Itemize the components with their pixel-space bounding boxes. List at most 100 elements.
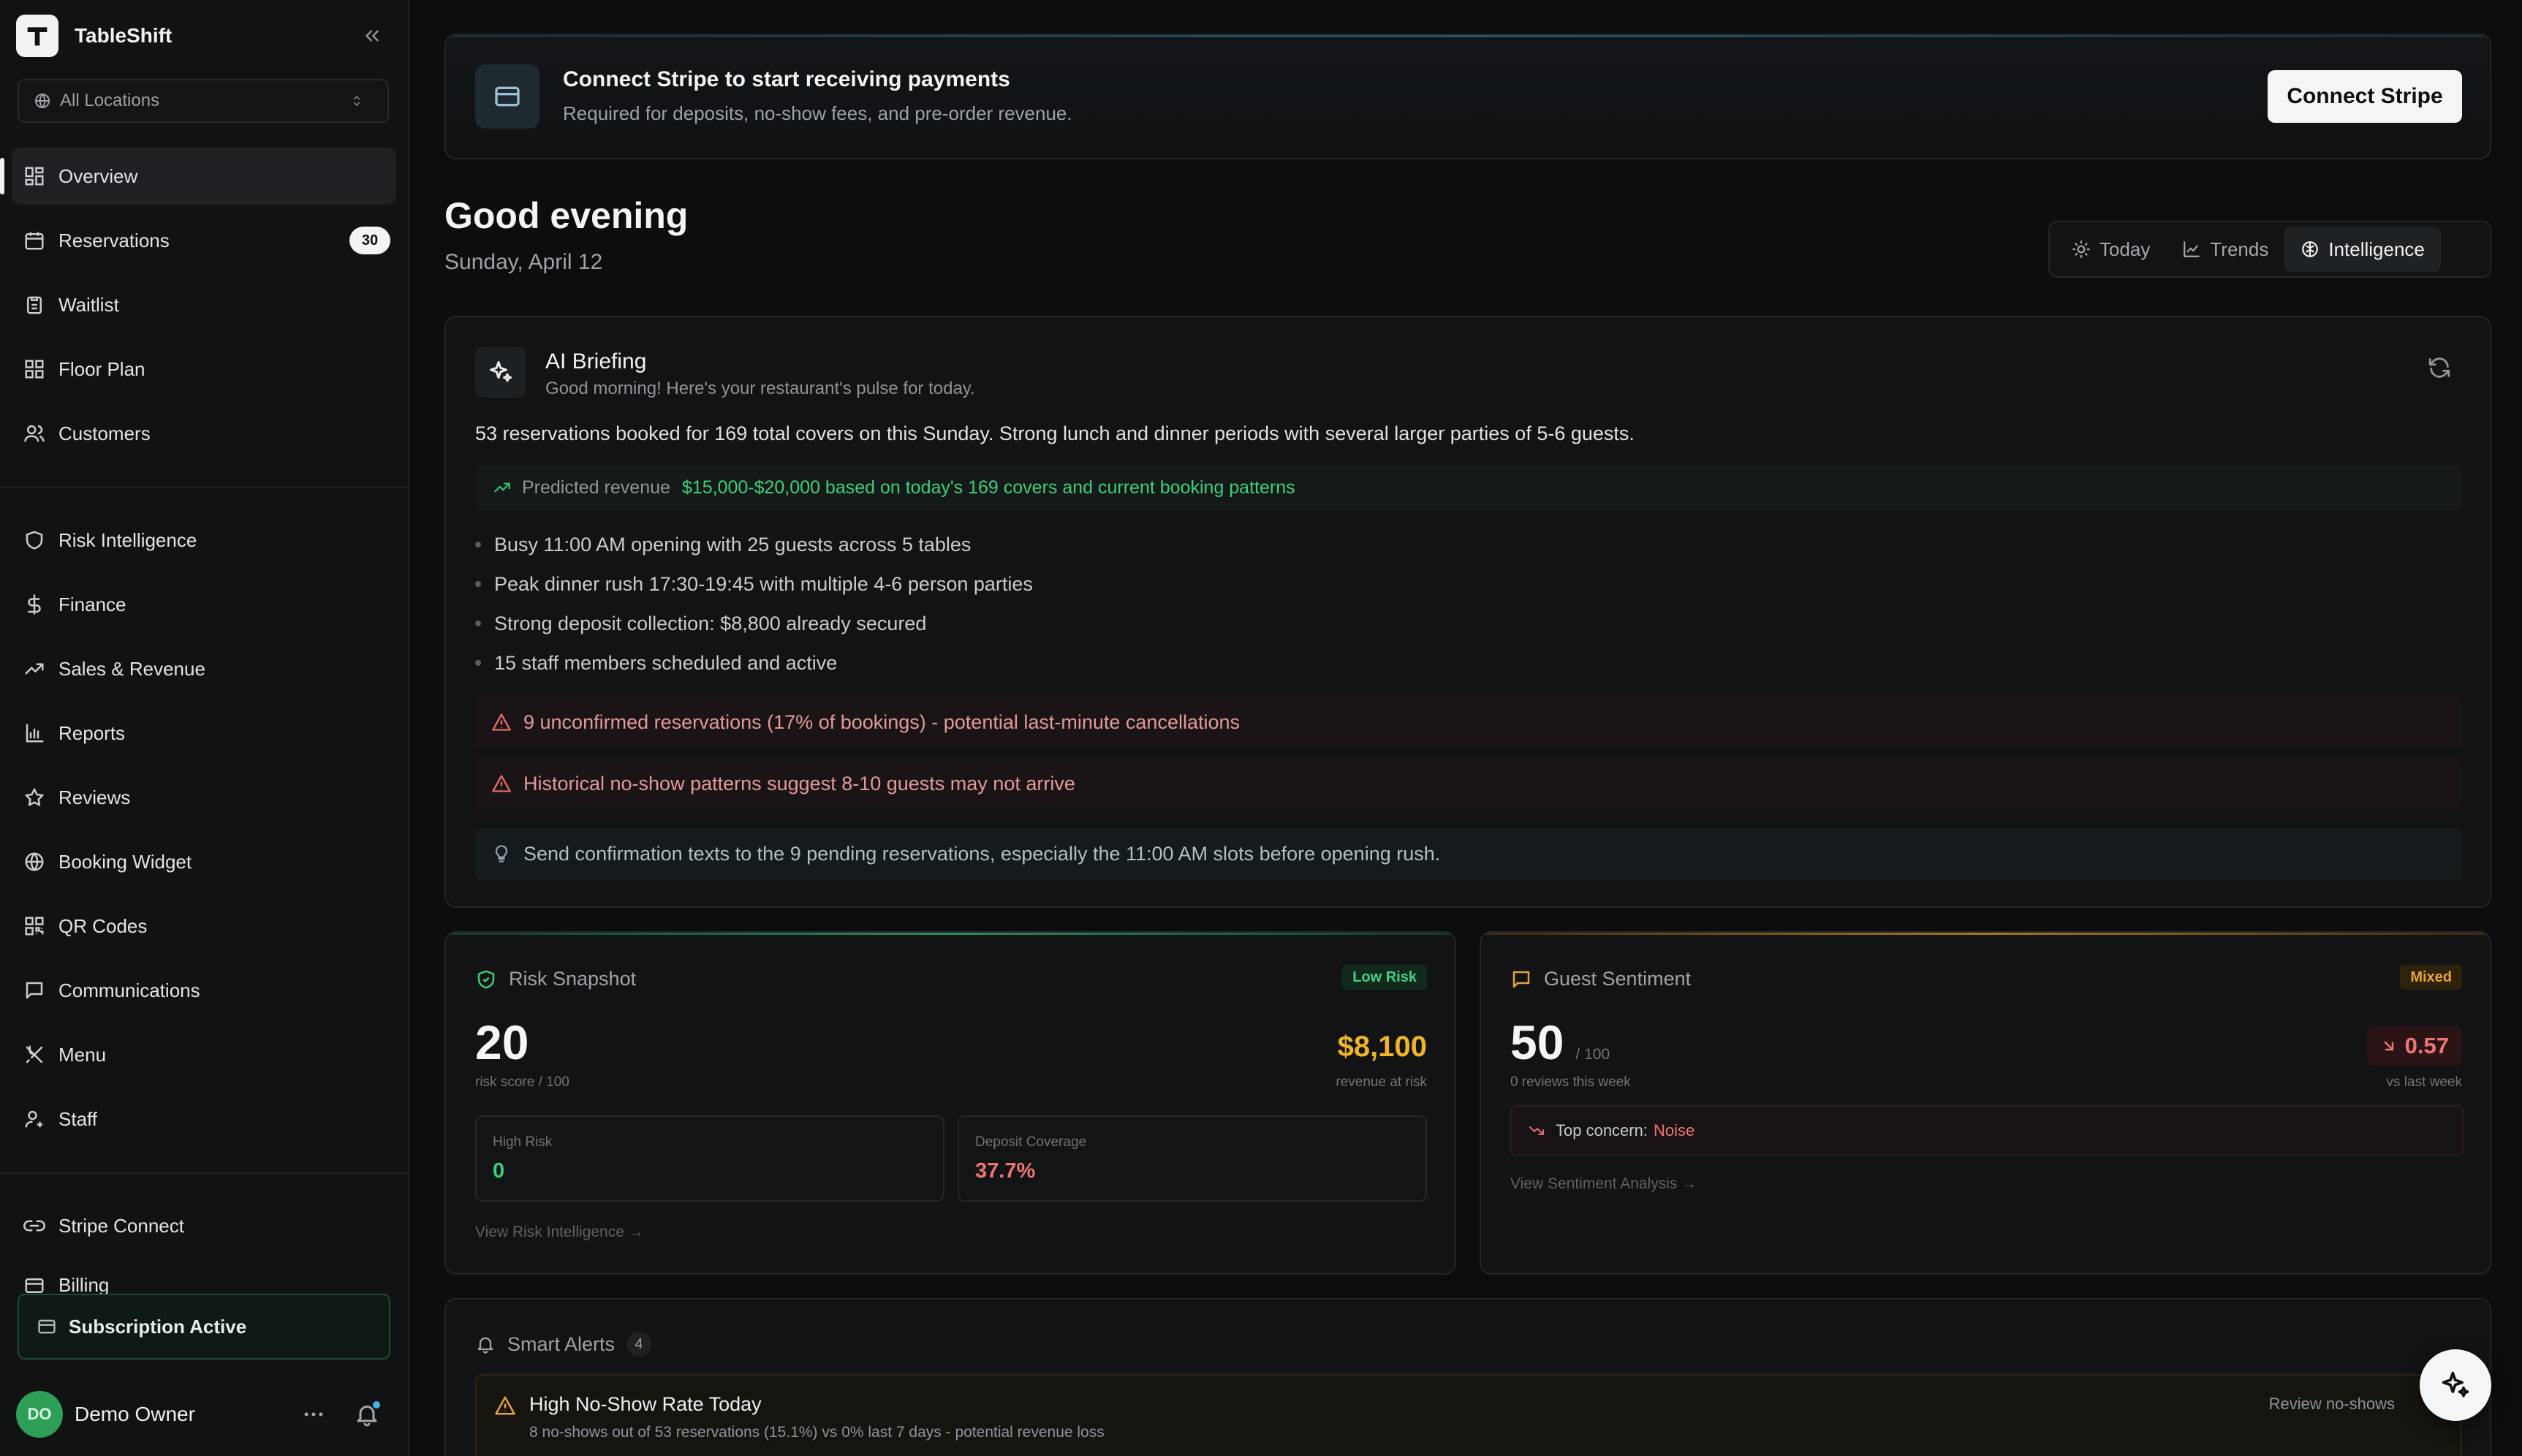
trending-up-icon xyxy=(493,478,512,497)
delta-value: 0.57 xyxy=(2404,1033,2449,1058)
risk-card-title: Risk Snapshot xyxy=(509,968,637,990)
avatar[interactable]: DO xyxy=(16,1391,63,1438)
arrow-down-right-icon xyxy=(2380,1037,2398,1055)
sidebar-item-reports[interactable]: Reports xyxy=(12,705,396,762)
app-name: TableShift xyxy=(75,24,173,47)
sidebar-item-menu[interactable]: Menu xyxy=(12,1026,396,1083)
message-square-icon xyxy=(1510,968,1532,990)
qr-code-icon xyxy=(23,915,45,937)
primary-nav: Overview Reservations 30 Waitlist Floor … xyxy=(0,148,396,469)
utensils-icon xyxy=(23,1044,45,1066)
sidebar-item-label: Reports xyxy=(58,721,126,744)
sentiment-score-value: 50 xyxy=(1510,1015,1564,1069)
sidebar-item-label: Communications xyxy=(58,979,200,1001)
star-icon xyxy=(23,786,45,808)
sidebar-item-customers[interactable]: Customers xyxy=(12,405,396,462)
globe-icon xyxy=(34,92,51,110)
tab-today[interactable]: Today xyxy=(2056,227,2166,272)
recommendation-text: Send confirmation texts to the 9 pending… xyxy=(523,842,1441,865)
stripe-banner: Connect Stripe to start receiving paymen… xyxy=(444,34,2491,159)
tab-trends[interactable]: Trends xyxy=(2166,227,2284,272)
sidebar-item-finance[interactable]: Finance xyxy=(12,576,396,633)
sentiment-card-title: Guest Sentiment xyxy=(1544,968,1692,990)
dollar-icon xyxy=(23,594,45,615)
ai-assistant-button[interactable] xyxy=(2420,1349,2491,1421)
bell-icon[interactable] xyxy=(354,1400,382,1427)
refresh-icon[interactable] xyxy=(2427,355,2452,380)
review-no-shows-link[interactable]: Review no-shows xyxy=(2269,1395,2395,1414)
predicted-revenue-label: Predicted revenue xyxy=(522,477,670,498)
view-tabs: Today Trends Intelligence xyxy=(2048,221,2491,278)
delta-label: vs last week xyxy=(2386,1074,2462,1090)
sidebar-item-overview[interactable]: Overview xyxy=(0,148,396,205)
top-concern-value: Noise xyxy=(1653,1121,1695,1140)
predicted-revenue: Predicted revenue $15,000-$20,000 based … xyxy=(475,465,2462,510)
risk-score-label: risk score / 100 xyxy=(475,1074,569,1090)
subscription-status[interactable]: Subscription Active xyxy=(18,1294,390,1360)
view-risk-intelligence-link[interactable]: View Risk Intelligence → xyxy=(475,1224,644,1241)
alerts-title: Smart Alerts xyxy=(507,1332,616,1355)
collapse-sidebar-icon[interactable] xyxy=(361,25,383,47)
smart-alerts-card: Smart Alerts 4 High No-Show Rate Today 8… xyxy=(444,1298,2491,1456)
reviews-count: 0 reviews this week xyxy=(1510,1074,1631,1090)
shield-icon xyxy=(23,529,45,551)
risk-level-badge: Low Risk xyxy=(1342,965,1427,990)
high-risk-stat: High Risk 0 xyxy=(475,1115,944,1202)
top-concern: Top concern: Noise xyxy=(1510,1105,2464,1156)
alerts-count-badge: 4 xyxy=(626,1332,652,1357)
sidebar-item-staff[interactable]: Staff xyxy=(12,1091,396,1148)
list-item: Strong deposit collection: $8,800 alread… xyxy=(475,604,1033,643)
sentiment-card-header: Guest Sentiment xyxy=(1510,968,1691,990)
sidebar-item-label: Booking Widget xyxy=(58,850,192,873)
sidebar-item-billing[interactable]: Billing xyxy=(12,1262,396,1297)
bell-icon xyxy=(475,1334,496,1354)
page-title: Good evening xyxy=(444,195,689,236)
alert-triangle-icon xyxy=(494,1395,516,1417)
briefing-summary: 53 reservations booked for 169 total cov… xyxy=(475,422,1635,444)
sidebar-item-label: Risk Intelligence xyxy=(58,528,197,551)
sidebar-item-booking-widget[interactable]: Booking Widget xyxy=(12,833,396,890)
banner-title: Connect Stripe to start receiving paymen… xyxy=(563,67,1010,91)
alert-triangle-icon xyxy=(491,712,512,732)
top-concern-label: Top concern: xyxy=(1556,1121,1648,1140)
lightbulb-icon xyxy=(491,843,512,864)
risk-snapshot-card: Risk Snapshot Low Risk 20 risk score / 1… xyxy=(444,931,1456,1275)
message-square-icon xyxy=(23,979,45,1001)
tab-intelligence[interactable]: Intelligence xyxy=(2284,227,2441,272)
sidebar-item-reviews[interactable]: Reviews xyxy=(12,769,396,826)
sidebar-item-communications[interactable]: Communications xyxy=(12,962,396,1019)
sidebar-item-label: Overview xyxy=(58,164,138,187)
sidebar-item-floor-plan[interactable]: Floor Plan xyxy=(12,341,396,398)
sidebar-item-stripe-connect[interactable]: Stripe Connect xyxy=(12,1197,396,1254)
user-menu[interactable]: DO Demo Owner xyxy=(16,1389,393,1440)
trending-down-icon xyxy=(1528,1122,1545,1140)
view-sentiment-analysis-link[interactable]: View Sentiment Analysis → xyxy=(1510,1175,1697,1193)
more-horizontal-icon[interactable] xyxy=(301,1402,326,1427)
sentiment-score: 50 / 100 xyxy=(1510,1015,1610,1070)
location-select[interactable]: All Locations xyxy=(18,79,389,123)
trending-up-icon xyxy=(23,658,45,680)
alert-triangle-icon xyxy=(491,773,512,794)
sidebar-item-risk-intelligence[interactable]: Risk Intelligence xyxy=(12,512,396,569)
sidebar-item-reservations[interactable]: Reservations 30 xyxy=(12,212,396,269)
sun-icon xyxy=(2072,240,2091,259)
sparkles-icon xyxy=(2442,1371,2469,1398)
sidebar-item-label: Waitlist xyxy=(58,293,119,316)
sidebar-item-qr-codes[interactable]: QR Codes xyxy=(12,898,396,955)
deposit-coverage-stat: Deposit Coverage 37.7% xyxy=(958,1115,1427,1202)
warning-text: 9 unconfirmed reservations (17% of booki… xyxy=(523,710,1241,733)
briefing-title: AI Briefing xyxy=(545,349,647,374)
guest-sentiment-card: Guest Sentiment Mixed 50 / 100 0 reviews … xyxy=(1480,931,2491,1275)
sidebar-item-sales-revenue[interactable]: Sales & Revenue xyxy=(12,640,396,697)
sidebar-item-label: Reservations xyxy=(58,229,170,251)
subscription-label: Subscription Active xyxy=(69,1315,247,1338)
chevron-up-down-icon xyxy=(349,93,364,109)
briefing-highlights: Busy 11:00 AM opening with 25 guests acr… xyxy=(475,525,1033,683)
sentiment-score-denominator: / 100 xyxy=(1575,1046,1610,1063)
warning-text: Historical no-show patterns suggest 8-10… xyxy=(523,772,1075,795)
clipboard-list-icon xyxy=(23,294,45,316)
alert-item[interactable]: High No-Show Rate Today 8 no-shows out o… xyxy=(475,1374,2462,1456)
alert-subtitle: 8 no-shows out of 53 reservations (15.1%… xyxy=(529,1424,1105,1441)
connect-stripe-button[interactable]: Connect Stripe xyxy=(2268,70,2462,123)
sidebar-item-waitlist[interactable]: Waitlist xyxy=(12,276,396,333)
